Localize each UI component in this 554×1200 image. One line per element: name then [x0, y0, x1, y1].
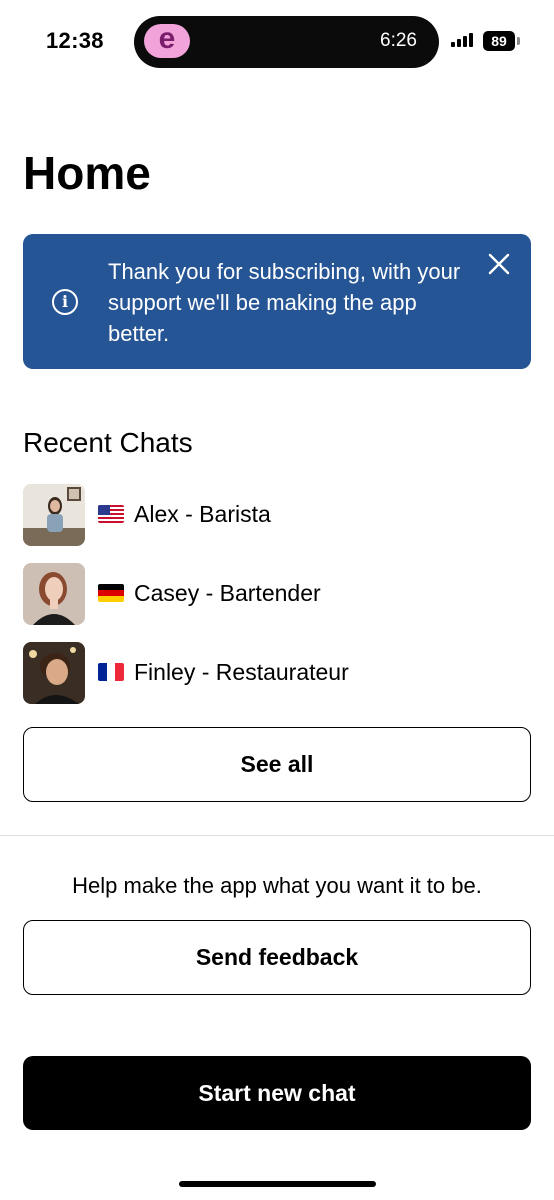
home-indicator[interactable]	[179, 1181, 376, 1187]
avatar	[23, 484, 85, 546]
chat-name: Alex - Barista	[134, 501, 271, 527]
close-icon[interactable]	[487, 252, 511, 276]
cellular-signal-icon	[451, 33, 473, 47]
dynamic-island[interactable]: e 6:26	[134, 16, 439, 68]
chat-name: Finley - Restaurateur	[134, 659, 349, 685]
app-logo-icon: e	[144, 24, 190, 58]
chat-name: Casey - Bartender	[134, 580, 321, 606]
start-new-chat-button[interactable]: Start new chat	[23, 1056, 531, 1130]
battery-icon: 89	[483, 31, 515, 51]
status-time: 12:38	[46, 28, 104, 53]
see-all-button[interactable]: See all	[23, 727, 531, 802]
fr-flag-icon	[98, 663, 124, 681]
live-activity-timer: 6:26	[380, 30, 417, 51]
battery-nub	[517, 37, 520, 45]
us-flag-icon	[98, 505, 124, 523]
divider	[0, 835, 554, 836]
subscription-banner: i Thank you for subscribing, with your s…	[23, 234, 531, 369]
banner-message: Thank you for subscribing, with your sup…	[108, 259, 461, 346]
de-flag-icon	[98, 584, 124, 602]
info-icon: i	[52, 289, 78, 315]
recent-chats-list: Alex - Barista Casey - Bartender Finley …	[23, 484, 531, 721]
chat-item-finley[interactable]: Finley - Restaurateur	[23, 642, 531, 721]
feedback-prompt: Help make the app what you want it to be…	[72, 873, 482, 898]
avatar	[23, 642, 85, 704]
chat-item-casey[interactable]: Casey - Bartender	[23, 563, 531, 642]
avatar	[23, 563, 85, 625]
page-title: Home	[23, 147, 151, 199]
send-feedback-button[interactable]: Send feedback	[23, 920, 531, 995]
chat-item-alex[interactable]: Alex - Barista	[23, 484, 531, 563]
home-screen: 12:38 e 6:26 89 Home i Thank you for sub…	[0, 0, 554, 1200]
recent-chats-title: Recent Chats	[23, 427, 193, 458]
